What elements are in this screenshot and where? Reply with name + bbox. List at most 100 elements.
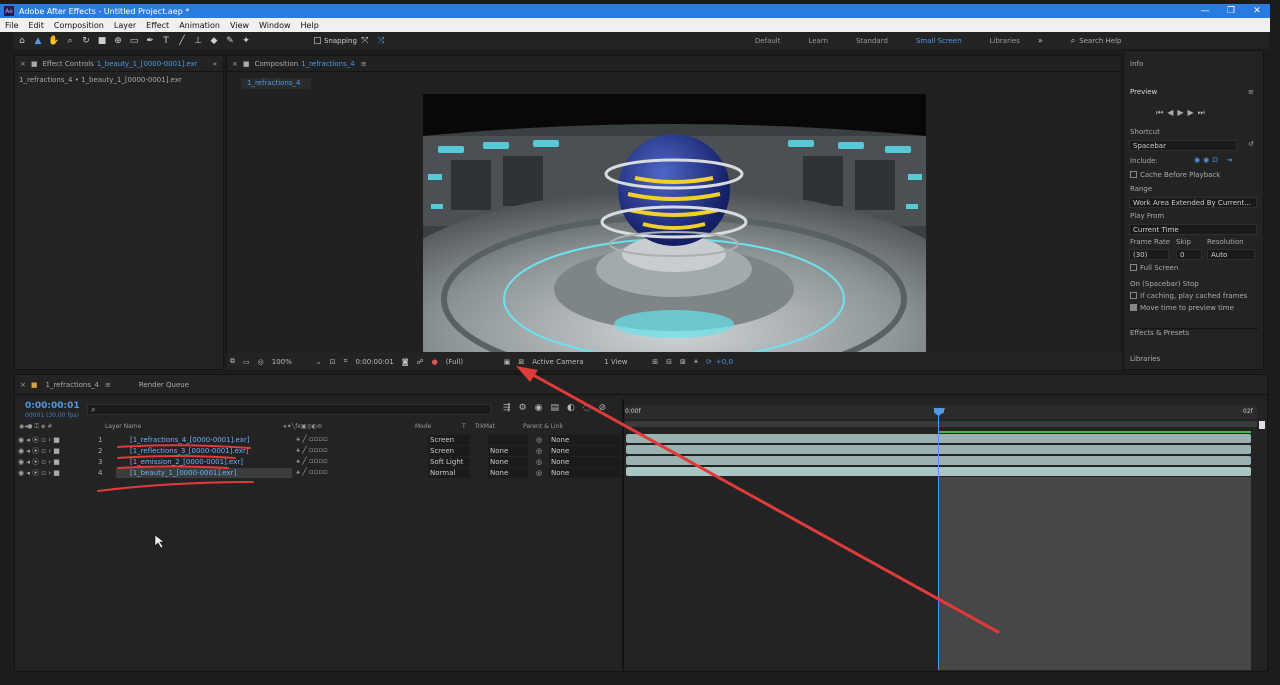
minimize-icon[interactable]: — <box>1192 6 1218 16</box>
close-icon[interactable]: ✕ <box>1244 6 1270 16</box>
visibility-icon[interactable]: ◉ ◂ ⦿ ▫ › ■ <box>18 457 60 467</box>
show-snapshot-icon[interactable]: ☍ <box>417 358 424 366</box>
pickwhip-icon[interactable]: ◎ <box>536 447 542 455</box>
color-channel-icon[interactable]: ● <box>432 358 438 366</box>
trkmat-dropdown[interactable]: None <box>488 445 528 456</box>
move-time-checkbox[interactable]: Move time to preview time <box>1130 304 1234 312</box>
panel-menu-icon[interactable]: ≡ <box>1248 88 1254 96</box>
trkmat-dropdown[interactable] <box>488 434 528 445</box>
workspace-standard[interactable]: Standard <box>842 37 902 45</box>
visibility-icon[interactable]: ◉ ◂ ⦿ ▫ › ■ <box>18 468 60 478</box>
parent-dropdown[interactable]: None <box>549 445 621 456</box>
info-panel-tab[interactable]: Info <box>1130 60 1143 68</box>
flowchart-icon[interactable]: ⚹ <box>694 357 698 366</box>
layer-row[interactable]: ◉ ◂ ⦿ ▫ › ■ 4 [1_beauty_1_[0000-0001].ex… <box>14 467 621 478</box>
puppet-tool-icon[interactable]: ✦ <box>238 36 254 46</box>
camera-tool-icon[interactable]: ■ <box>94 36 110 46</box>
workspace-libraries[interactable]: Libraries <box>976 37 1034 45</box>
clone-stamp-tool-icon[interactable]: ⊥ <box>190 36 206 46</box>
pickwhip-icon[interactable]: ◎ <box>536 436 542 444</box>
include-video-audio-icons[interactable]: ◉◉⊡ ⇥ <box>1194 156 1235 164</box>
menu-edit[interactable]: Edit <box>23 21 49 30</box>
menu-file[interactable]: File <box>0 21 23 30</box>
search-icon[interactable]: ⌕ <box>1071 36 1075 46</box>
eraser-tool-icon[interactable]: ◆ <box>206 36 222 46</box>
trkmat-dropdown[interactable]: None <box>488 456 528 467</box>
exposure-value[interactable]: +0,0 <box>716 358 733 366</box>
pickwhip-icon[interactable]: ◎ <box>536 469 542 477</box>
range-dropdown[interactable]: Work Area Extended By Current... <box>1129 197 1257 208</box>
rotate-tool-icon[interactable]: ↻ <box>78 36 94 46</box>
cache-before-playback-checkbox[interactable]: Cache Before Playback <box>1130 171 1220 179</box>
workspace-learn[interactable]: Learn <box>794 37 842 45</box>
timeline-icon[interactable]: ⊠ <box>680 358 686 366</box>
panel-menu-icon[interactable]: ≡ <box>105 381 111 389</box>
effect-controls-tab[interactable]: × ■ Effect Controls 1_beauty_1_[0000-000… <box>15 56 223 72</box>
preview-panel-tab[interactable]: Preview <box>1130 88 1157 96</box>
menu-layer[interactable]: Layer <box>109 21 141 30</box>
workspace-overflow-icon[interactable]: » <box>1038 36 1043 45</box>
work-area-bar[interactable] <box>625 421 1257 427</box>
layer-name[interactable]: [1_refractions_4_[0000-0001].exr] <box>116 435 292 445</box>
render-queue-tab[interactable]: Render Queue <box>139 381 189 389</box>
layer-row[interactable]: ◉ ◂ ⦿ ▫ › ■ 3 [1_emission_2_[0000-0001].… <box>14 456 621 467</box>
type-tool-icon[interactable]: T <box>158 36 174 46</box>
layer-switches[interactable]: ⚹ ╱ ▫▫▫▫ <box>296 446 328 455</box>
effects-presets-tab[interactable]: Effects & Presets <box>1130 328 1258 337</box>
reset-icon[interactable]: ↺ <box>1248 140 1254 148</box>
fast-previews-icon[interactable]: ⊟ <box>666 358 672 366</box>
composition-viewer[interactable] <box>423 94 926 352</box>
playback-controls[interactable]: ⏮◀▶▶⏭ <box>1156 108 1209 118</box>
pan-behind-tool-icon[interactable]: ⊕ <box>110 36 126 46</box>
layer-switches[interactable]: ⚹ ╱ ▫▫▫▫ <box>296 468 328 477</box>
trkmat-dropdown[interactable]: None <box>488 467 528 478</box>
close-tab-icon[interactable]: × <box>20 60 26 68</box>
blend-mode-dropdown[interactable]: Normal <box>428 467 470 478</box>
reset-exposure-icon[interactable]: ⟳ <box>706 358 712 366</box>
layer-switches[interactable]: ⚹ ╱ ▫▫▫▫ <box>296 457 328 466</box>
timeline-divider[interactable] <box>622 399 624 671</box>
composition-subtab[interactable]: 1_refractions_4 <box>241 78 311 89</box>
region-of-interest-icon[interactable]: ▣ <box>504 358 511 366</box>
panel-menu-icon[interactable]: » <box>213 60 217 68</box>
view-layout-dropdown[interactable]: 1 View <box>604 358 644 366</box>
menu-help[interactable]: Help <box>296 21 324 30</box>
layer-name-selected[interactable]: [1_beauty_1_[0000-0001].exr] <box>116 467 292 478</box>
lock-icon[interactable]: ■ <box>243 60 250 68</box>
parent-dropdown[interactable]: None <box>549 467 621 478</box>
timeline-tab[interactable]: 1_refractions_4 <box>46 381 99 389</box>
menu-view[interactable]: View <box>225 21 254 30</box>
search-help-field[interactable]: Search Help <box>1079 37 1121 45</box>
composition-tab[interactable]: × ■ Composition 1_refractions_4 ≡ <box>227 56 1121 72</box>
menu-composition[interactable]: Composition <box>49 21 109 30</box>
if-caching-checkbox[interactable]: If caching, play cached frames <box>1130 292 1247 300</box>
snap-options-icon[interactable]: ⤧ <box>357 36 373 46</box>
brush-tool-icon[interactable]: ╱ <box>174 36 190 46</box>
always-preview-icon[interactable]: ⧉ <box>230 357 235 366</box>
resolution-dropdown[interactable]: (Full) <box>446 358 496 366</box>
home-icon[interactable]: ⌂ <box>14 36 30 46</box>
menu-animation[interactable]: Animation <box>174 21 225 30</box>
parent-dropdown[interactable]: None <box>549 434 621 445</box>
current-time-display[interactable]: 0:00:00:01 <box>25 401 80 411</box>
layer-search-input[interactable]: ⌕ <box>87 404 491 415</box>
region-icon[interactable]: ⌗ <box>343 357 347 366</box>
roto-brush-tool-icon[interactable]: ✎ <box>222 36 238 46</box>
skip-dropdown[interactable]: 0 <box>1176 249 1202 260</box>
rectangle-tool-icon[interactable]: ▭ <box>126 36 142 46</box>
maximize-icon[interactable]: ❐ <box>1218 6 1244 16</box>
shortcut-dropdown[interactable]: Spacebar <box>1129 140 1237 151</box>
transparency-grid-icon[interactable]: ⊠ <box>518 358 524 366</box>
selection-tool-icon[interactable]: ▲ <box>30 36 46 46</box>
monitor-icon[interactable]: ▭ <box>243 358 250 366</box>
visibility-icon[interactable]: ◉ ◂ ⦿ ▫ › ■ <box>18 446 60 456</box>
play-from-dropdown[interactable]: Current Time <box>1129 224 1257 235</box>
timeline-switches-icons[interactable]: ⇶⚙◉▤◐◌⊘ <box>503 403 614 413</box>
blend-mode-dropdown[interactable]: Screen <box>428 445 470 456</box>
blend-mode-dropdown[interactable]: Soft Light <box>428 456 470 467</box>
blend-mode-dropdown[interactable]: Screen <box>428 434 470 445</box>
zoom-dropdown[interactable]: 100% <box>272 358 308 366</box>
zoom-tool-icon[interactable]: ⌕ <box>62 36 78 46</box>
snapshot-icon[interactable]: ◙ <box>402 358 409 366</box>
close-tab-icon[interactable]: × <box>20 381 26 389</box>
